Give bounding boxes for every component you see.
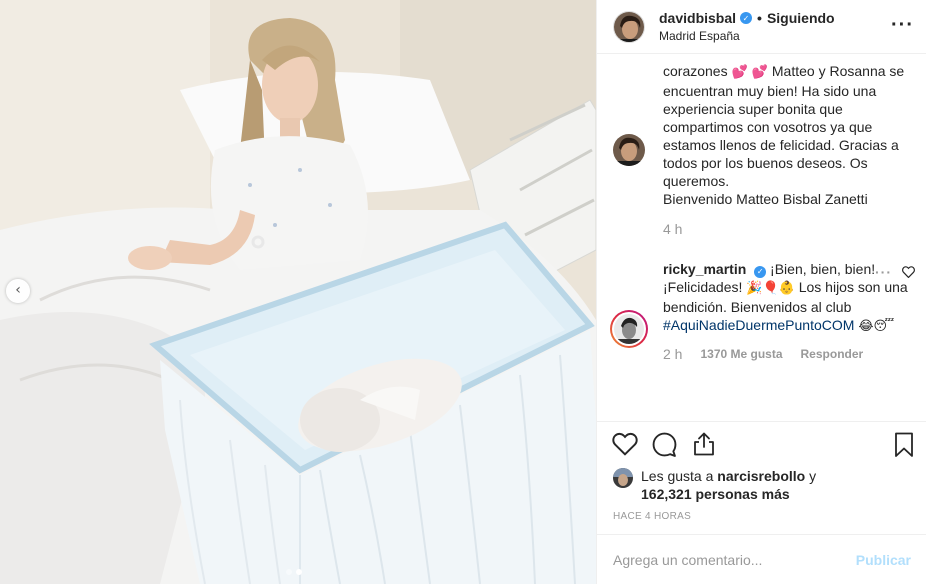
likes-text: Les gusta a narcisrebollo y 162,321 pers… [641, 467, 816, 503]
comment-time[interactable]: 2 h [663, 346, 682, 362]
header-user-line: davidbisbal ✓ • Siguiendo [659, 10, 835, 26]
post-side-panel: davidbisbal ✓ • Siguiendo Madrid España … [596, 0, 926, 584]
save-bookmark-icon[interactable] [894, 432, 914, 458]
caption-comment: corazones 💕 💕 Matteo y Rosanna se encuen… [613, 62, 913, 237]
likes-connector: y [805, 468, 817, 484]
publish-button[interactable]: Publicar [856, 552, 911, 568]
caption-meta: 4 h [663, 221, 913, 237]
post-timestamp[interactable]: HACE 4 HORAS [613, 511, 691, 522]
party-emoji: 🎉🎈👶 [746, 281, 795, 296]
likes-prefix: Les gusta a [641, 468, 718, 484]
post-media[interactable]: ‹ [0, 0, 596, 584]
caption-text-part: corazones [663, 63, 732, 79]
comment-bubble-icon[interactable] [652, 432, 677, 457]
caption-text-part: Matteo y Rosanna se encuentran muy bien!… [663, 63, 905, 189]
more-horizontal-icon: ··· [891, 14, 914, 36]
reply-button[interactable]: Responder [801, 347, 864, 361]
following-button[interactable]: Siguiendo [767, 10, 835, 26]
hearts-emoji: 💕 💕 [731, 65, 768, 80]
more-options-button[interactable]: ··· [891, 14, 914, 37]
previous-slide-button[interactable]: ‹ [6, 279, 30, 303]
laugh-sleep-emoji: 😂😴 [858, 319, 895, 334]
post-header: davidbisbal ✓ • Siguiendo Madrid España … [597, 0, 926, 54]
post-photo [0, 0, 596, 584]
post-actions-bar [597, 421, 926, 469]
comment-more-icon[interactable]: ··· [875, 264, 892, 280]
post-location[interactable]: Madrid España [659, 29, 835, 43]
comment-input[interactable] [613, 551, 848, 568]
liker-avatar[interactable] [613, 468, 633, 488]
liker-username[interactable]: narcisrebollo [717, 468, 805, 484]
header-separator: • [757, 10, 762, 26]
caption-text: corazones 💕 💕 Matteo y Rosanna se encuen… [663, 62, 913, 208]
comment-item: ricky_martin ✓ ¡Bien, bien, bien!¡Felici… [610, 260, 915, 362]
carousel-dot [286, 569, 292, 575]
caption-author-avatar[interactable] [613, 134, 645, 166]
comment-meta: 2 h 1370 Me gusta Responder [663, 346, 913, 362]
comment-like-heart-icon[interactable] [902, 266, 915, 278]
likes-count[interactable]: 162,321 personas más [641, 486, 790, 502]
share-icon[interactable] [692, 432, 716, 456]
like-heart-icon[interactable] [612, 432, 638, 456]
author-username[interactable]: davidbisbal [659, 10, 736, 26]
header-text: davidbisbal ✓ • Siguiendo Madrid España [659, 10, 835, 43]
hashtag-link[interactable]: #AquiNadieDuermePuntoCOM [663, 317, 854, 333]
author-avatar[interactable] [613, 10, 645, 43]
caption-time[interactable]: 4 h [663, 221, 682, 237]
comment-likes[interactable]: 1370 Me gusta [700, 347, 782, 361]
carousel-dot-active [296, 569, 302, 575]
commenter-avatar[interactable] [610, 310, 648, 348]
comment-composer: Publicar [597, 534, 926, 584]
likes-summary: Les gusta a narcisrebollo y 162,321 pers… [613, 467, 913, 503]
caption-text-part: Bienvenido Matteo Bisbal Zanetti [663, 191, 868, 207]
carousel-indicator [286, 569, 302, 575]
comments-list[interactable]: corazones 💕 💕 Matteo y Rosanna se encuen… [597, 54, 926, 421]
verified-badge-icon: ✓ [754, 266, 767, 278]
commenter-username[interactable]: ricky_martin [663, 261, 746, 277]
verified-badge-icon: ✓ [740, 12, 753, 24]
comment-actions: ··· [875, 264, 915, 280]
chevron-left-icon: ‹ [15, 282, 21, 298]
